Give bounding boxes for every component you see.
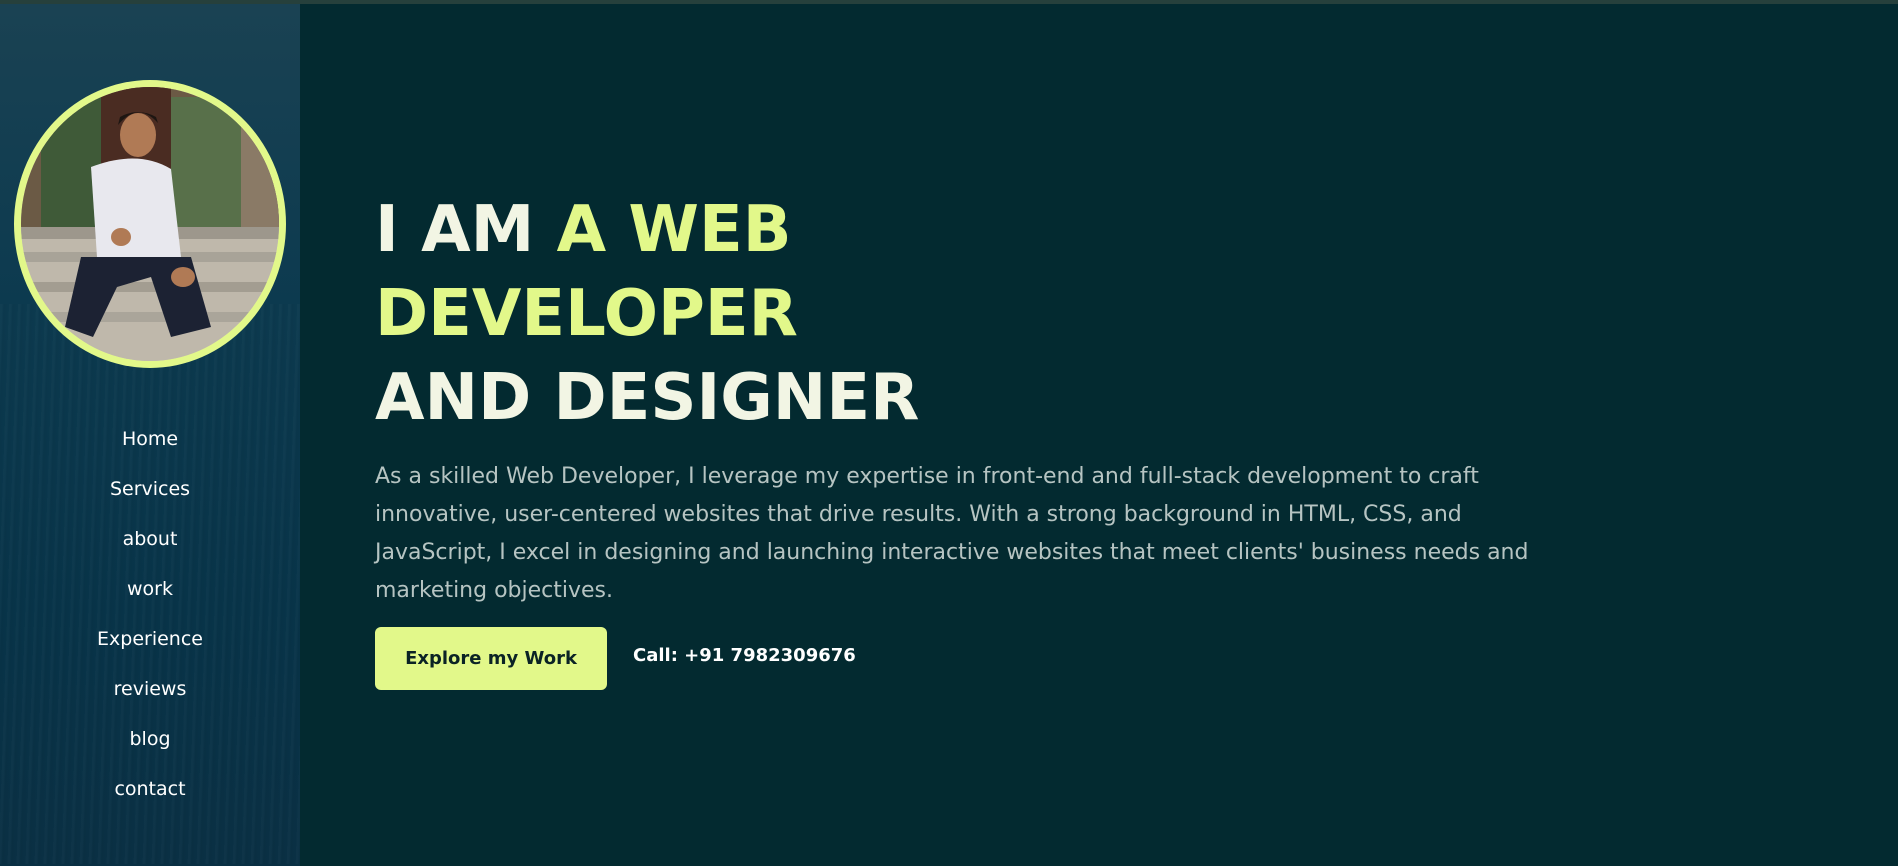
sidebar-item-services[interactable]: Services [0,464,300,514]
sidebar-item-about[interactable]: about [0,514,300,564]
sidebar-item-work[interactable]: work [0,564,300,614]
sidebar-item-blog[interactable]: blog [0,714,300,764]
headline-accent-2: DEVELOPER [375,277,798,351]
profile-avatar [14,80,286,368]
sidebar-nav: Home Services about work Experience revi… [0,414,300,814]
hero-actions: Explore my Work Call: +91 7982309676 [375,627,856,690]
sidebar-item-experience[interactable]: Experience [0,614,300,664]
hero-section: I AM A WEB DEVELOPER AND DESIGNER As a ski… [375,188,1575,610]
headline-part-3: AND DESIGNER [375,361,920,435]
headline-accent-1: A WEB [556,193,792,267]
explore-work-button[interactable]: Explore my Work [375,627,607,690]
page: Home Services about work Experience revi… [0,0,1898,866]
sidebar-item-home[interactable]: Home [0,414,300,464]
sidebar-item-reviews[interactable]: reviews [0,664,300,714]
sidebar-item-contact[interactable]: contact [0,764,300,814]
hero-headline: I AM A WEB DEVELOPER AND DESIGNER [375,188,1575,440]
headline-part-1: I AM [375,193,557,267]
hero-description: As a skilled Web Developer, I leverage m… [375,464,1529,603]
profile-photo [21,87,279,361]
call-phone-link[interactable]: Call: +91 7982309676 [633,645,856,666]
sidebar: Home Services about work Experience revi… [0,4,300,866]
